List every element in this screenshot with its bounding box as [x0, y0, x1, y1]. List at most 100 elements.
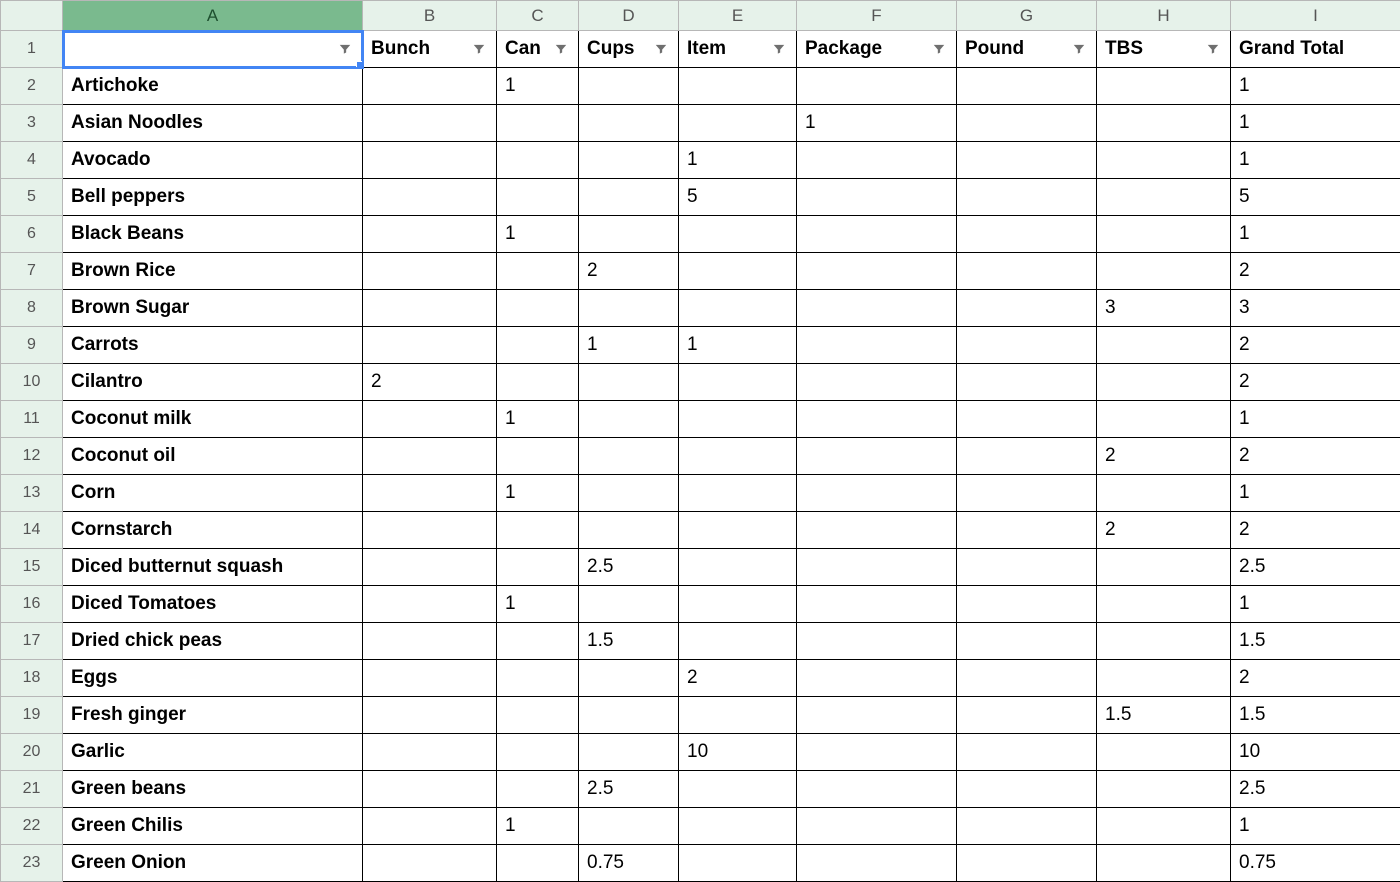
cell-D9[interactable]: 1 [579, 327, 679, 364]
cell-G12[interactable] [957, 438, 1097, 475]
row-header-22[interactable]: 22 [1, 808, 63, 845]
cell-G13[interactable] [957, 475, 1097, 512]
cell-D11[interactable] [579, 401, 679, 438]
row-header-10[interactable]: 10 [1, 364, 63, 401]
cell-A21[interactable]: Green beans [63, 771, 363, 808]
cell-A12[interactable]: Coconut oil [63, 438, 363, 475]
cell-E5[interactable]: 5 [679, 179, 797, 216]
cell-B3[interactable] [363, 105, 497, 142]
cell-E9[interactable]: 1 [679, 327, 797, 364]
column-header-E[interactable]: E [679, 1, 797, 31]
cell-C11[interactable]: 1 [497, 401, 579, 438]
cell-G19[interactable] [957, 697, 1097, 734]
cell-C13[interactable]: 1 [497, 475, 579, 512]
cell-F20[interactable] [797, 734, 957, 771]
row-header-1[interactable]: 1 [1, 31, 63, 68]
cell-B2[interactable] [363, 68, 497, 105]
cell-F10[interactable] [797, 364, 957, 401]
cell-F7[interactable] [797, 253, 957, 290]
cell-A6[interactable]: Black Beans [63, 216, 363, 253]
cell-C21[interactable] [497, 771, 579, 808]
cell-A16[interactable]: Diced Tomatoes [63, 586, 363, 623]
cell-H16[interactable] [1097, 586, 1231, 623]
cell-A11[interactable]: Coconut milk [63, 401, 363, 438]
cell-C15[interactable] [497, 549, 579, 586]
cell-D1[interactable]: Cups [579, 31, 679, 68]
cell-A4[interactable]: Avocado [63, 142, 363, 179]
cell-H12[interactable]: 2 [1097, 438, 1231, 475]
cell-G7[interactable] [957, 253, 1097, 290]
cell-H1[interactable]: TBS [1097, 31, 1231, 68]
cell-I16[interactable]: 1 [1231, 586, 1400, 623]
cell-B4[interactable] [363, 142, 497, 179]
cell-H19[interactable]: 1.5 [1097, 697, 1231, 734]
cell-B22[interactable] [363, 808, 497, 845]
cell-B12[interactable] [363, 438, 497, 475]
cell-C4[interactable] [497, 142, 579, 179]
cell-F14[interactable] [797, 512, 957, 549]
cell-G5[interactable] [957, 179, 1097, 216]
column-header-I[interactable]: I [1231, 1, 1400, 31]
cell-D2[interactable] [579, 68, 679, 105]
cell-E4[interactable]: 1 [679, 142, 797, 179]
cell-A5[interactable]: Bell peppers [63, 179, 363, 216]
cell-G16[interactable] [957, 586, 1097, 623]
row-header-7[interactable]: 7 [1, 253, 63, 290]
cell-H18[interactable] [1097, 660, 1231, 697]
cell-B13[interactable] [363, 475, 497, 512]
cell-G10[interactable] [957, 364, 1097, 401]
cell-G14[interactable] [957, 512, 1097, 549]
row-header-4[interactable]: 4 [1, 142, 63, 179]
cell-H3[interactable] [1097, 105, 1231, 142]
cell-D22[interactable] [579, 808, 679, 845]
cell-H14[interactable]: 2 [1097, 512, 1231, 549]
cell-G22[interactable] [957, 808, 1097, 845]
cell-A7[interactable]: Brown Rice [63, 253, 363, 290]
cell-B17[interactable] [363, 623, 497, 660]
cell-E22[interactable] [679, 808, 797, 845]
cell-G17[interactable] [957, 623, 1097, 660]
cell-F18[interactable] [797, 660, 957, 697]
row-header-5[interactable]: 5 [1, 179, 63, 216]
cell-H11[interactable] [1097, 401, 1231, 438]
cell-A19[interactable]: Fresh ginger [63, 697, 363, 734]
filter-icon[interactable] [470, 40, 488, 58]
row-header-20[interactable]: 20 [1, 734, 63, 771]
cell-H8[interactable]: 3 [1097, 290, 1231, 327]
cell-E14[interactable] [679, 512, 797, 549]
cell-F9[interactable] [797, 327, 957, 364]
cell-E18[interactable]: 2 [679, 660, 797, 697]
cell-F5[interactable] [797, 179, 957, 216]
cell-I4[interactable]: 1 [1231, 142, 1400, 179]
cell-D17[interactable]: 1.5 [579, 623, 679, 660]
cell-C7[interactable] [497, 253, 579, 290]
cell-F1[interactable]: Package [797, 31, 957, 68]
cell-D10[interactable] [579, 364, 679, 401]
cell-F13[interactable] [797, 475, 957, 512]
row-header-12[interactable]: 12 [1, 438, 63, 475]
cell-G3[interactable] [957, 105, 1097, 142]
cell-E8[interactable] [679, 290, 797, 327]
cell-F4[interactable] [797, 142, 957, 179]
cell-A18[interactable]: Eggs [63, 660, 363, 697]
cell-G6[interactable] [957, 216, 1097, 253]
cell-A9[interactable]: Carrots [63, 327, 363, 364]
cell-B19[interactable] [363, 697, 497, 734]
row-header-2[interactable]: 2 [1, 68, 63, 105]
cell-I3[interactable]: 1 [1231, 105, 1400, 142]
cell-F3[interactable]: 1 [797, 105, 957, 142]
cell-I20[interactable]: 10 [1231, 734, 1400, 771]
cell-A8[interactable]: Brown Sugar [63, 290, 363, 327]
cell-D19[interactable] [579, 697, 679, 734]
cell-D6[interactable] [579, 216, 679, 253]
cell-E1[interactable]: Item [679, 31, 797, 68]
cell-F19[interactable] [797, 697, 957, 734]
cell-F16[interactable] [797, 586, 957, 623]
cell-G9[interactable] [957, 327, 1097, 364]
cell-I18[interactable]: 2 [1231, 660, 1400, 697]
cell-B6[interactable] [363, 216, 497, 253]
row-header-11[interactable]: 11 [1, 401, 63, 438]
cell-E2[interactable] [679, 68, 797, 105]
cell-D16[interactable] [579, 586, 679, 623]
row-header-9[interactable]: 9 [1, 327, 63, 364]
